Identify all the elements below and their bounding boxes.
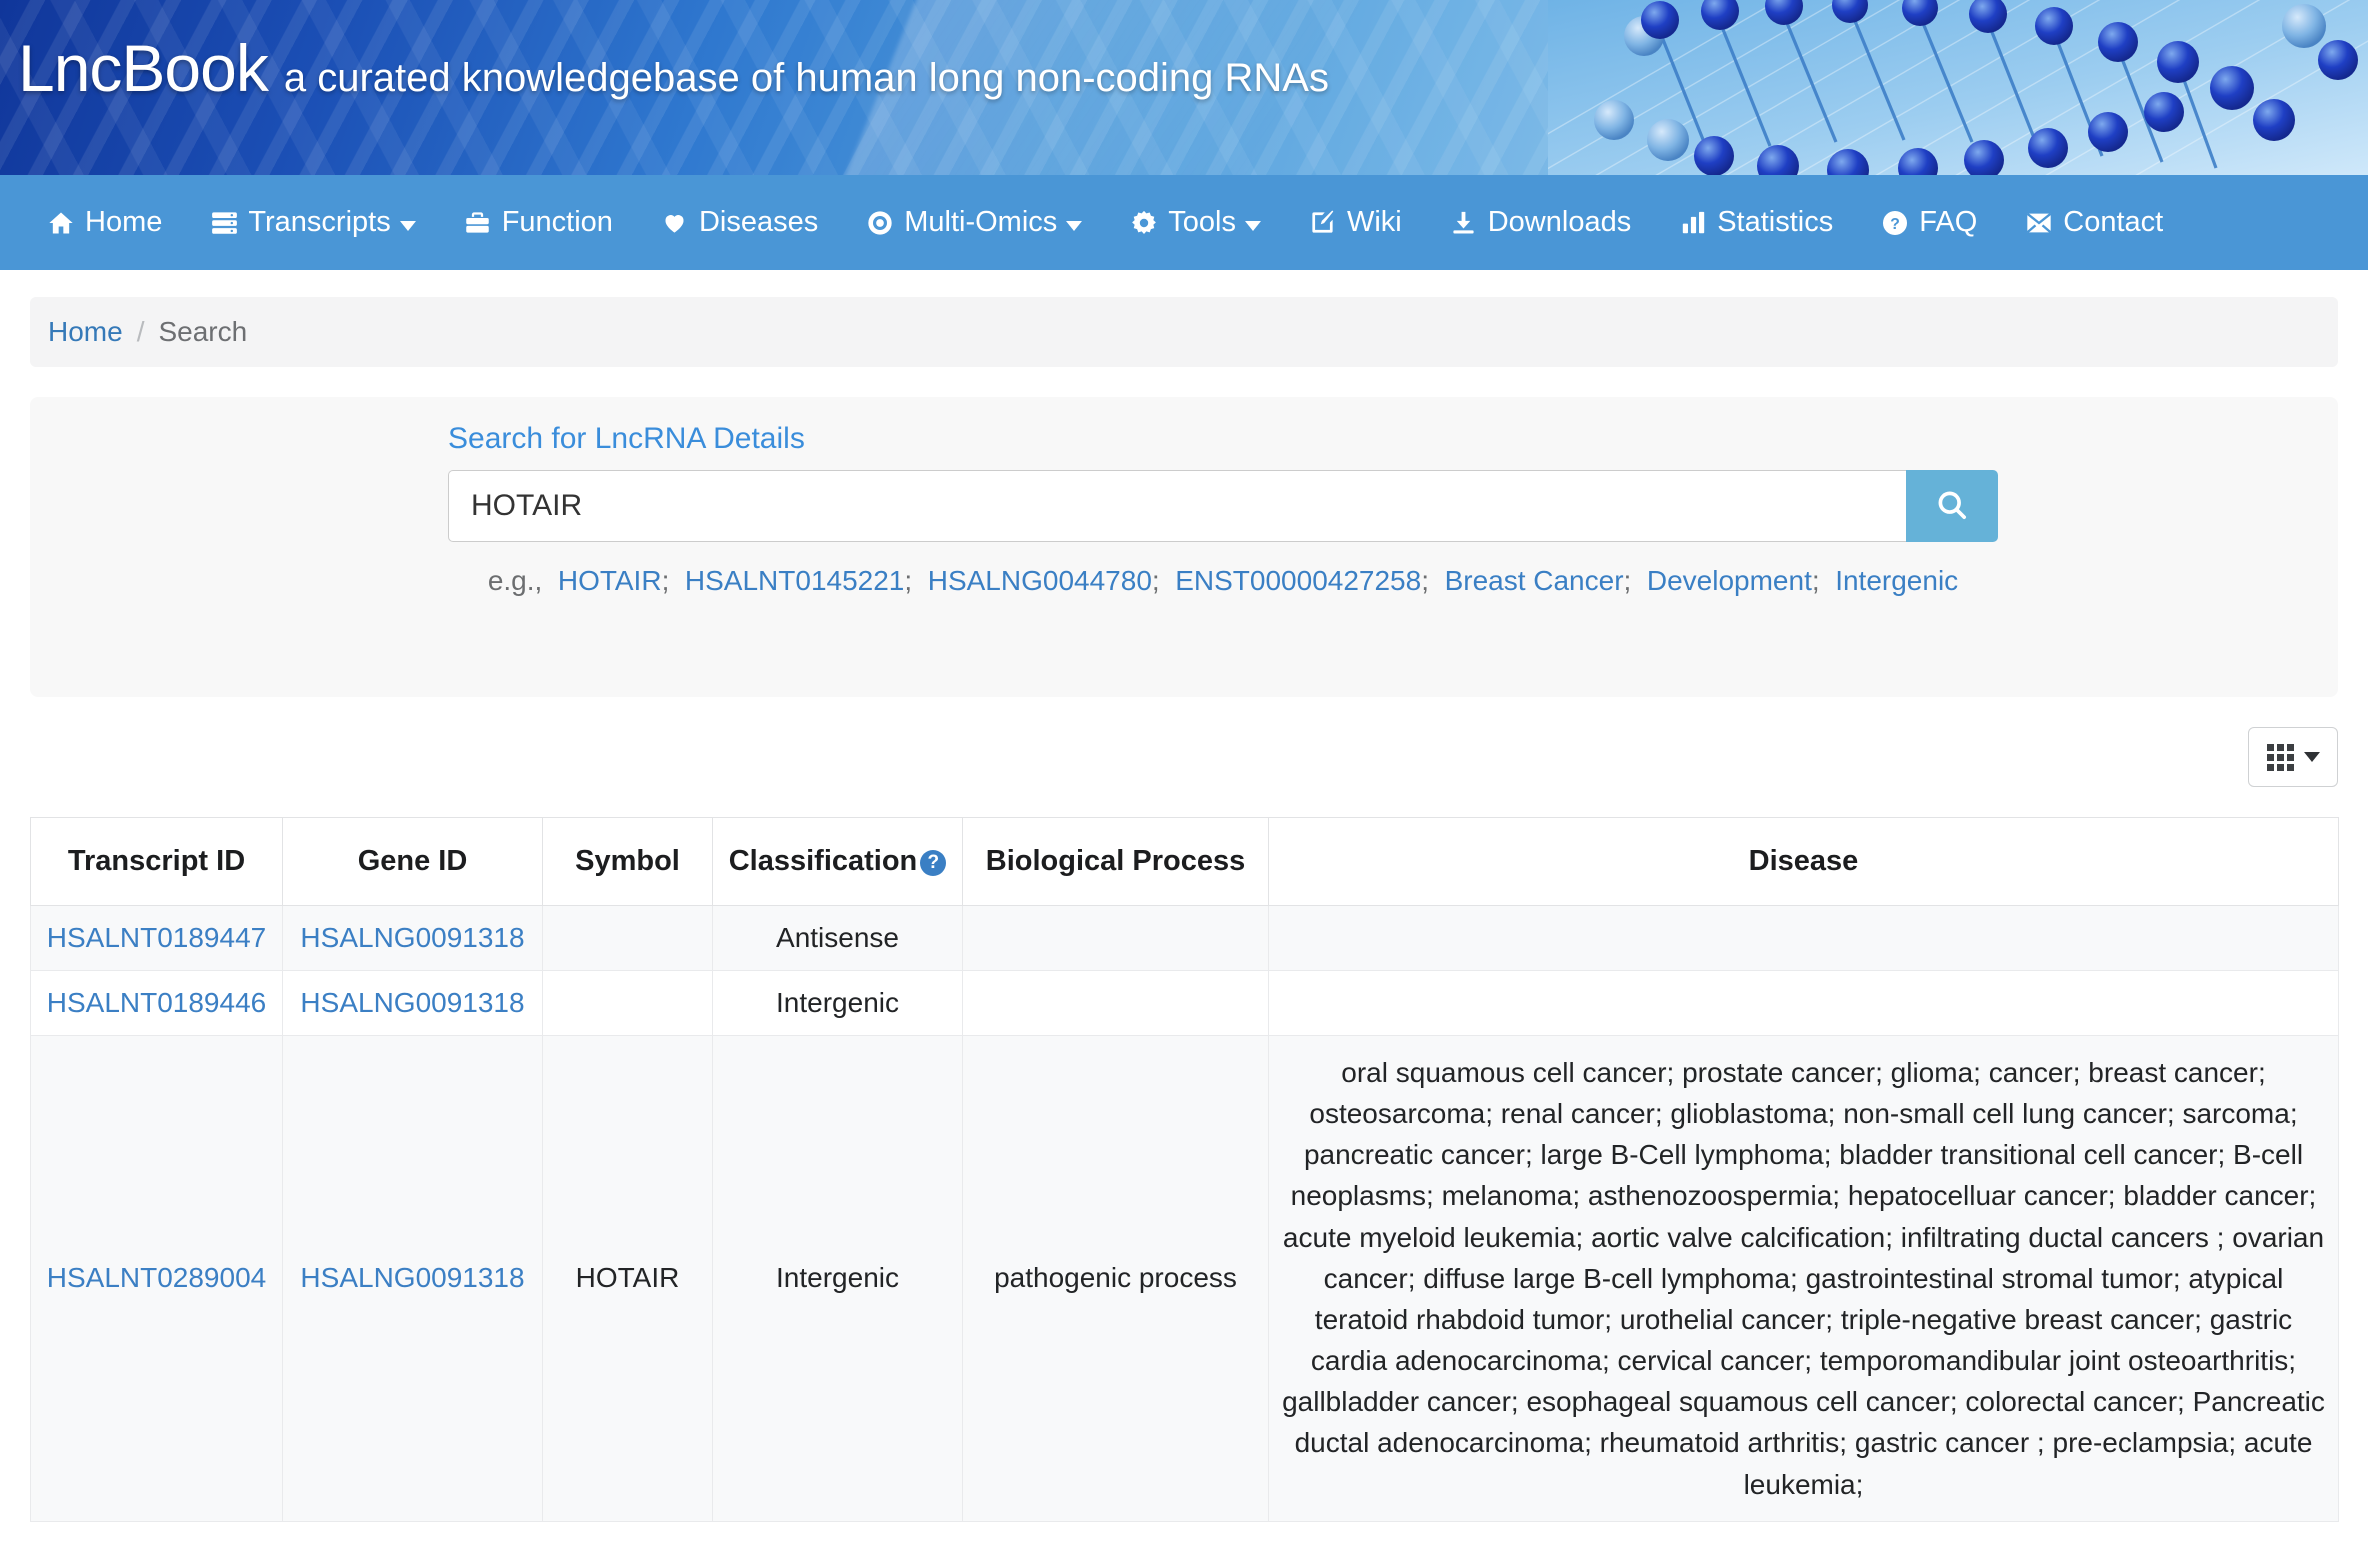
biological-process-cell [962,905,1269,971]
chevron-down-icon [2303,752,2320,762]
column-header-classification-label: Classification [728,845,918,877]
envelope-icon [2024,208,2054,238]
nav-item-multi-omics[interactable]: Multi-Omics [865,206,1083,239]
transcript-id-link[interactable]: HSALNT0189447 [47,922,266,953]
table-row: HSALNT0189446 HSALNG0091318 Intergenic [30,970,2339,1036]
nav-label: Wiki [1346,206,1402,238]
home-icon [46,208,76,238]
search-icon [1935,488,1969,525]
disease-cell [1268,905,2339,971]
example-link-hotair[interactable]: HOTAIR [558,565,662,596]
example-link-ensembl[interactable]: ENST00000427258 [1175,565,1421,596]
site-banner: LncBook a curated knowledgebase of human… [0,0,2368,175]
search-panel-label: Search for LncRNA Details [448,422,805,455]
search-input-group [448,470,1998,542]
nav-item-home[interactable]: Home [46,206,162,239]
classification-cell: Antisense [712,905,963,971]
bar-chart-icon [1678,208,1708,238]
banner-title-group: LncBook a curated knowledgebase of human… [18,30,1329,106]
chevron-down-icon [1066,220,1083,231]
disease-cell: oral squamous cell cancer; prostate canc… [1268,1035,2339,1522]
column-header-transcript-id[interactable]: Transcript ID [30,817,283,906]
nav-label: Statistics [1717,206,1834,238]
results-table: Transcript ID Gene ID Symbol Classificat… [30,817,2339,1522]
server-icon [209,208,239,238]
download-icon [1449,208,1479,238]
grid-icon [2266,743,2294,771]
gene-id-link[interactable]: HSALNG0091318 [300,987,524,1018]
nav-item-downloads[interactable]: Downloads [1449,206,1631,239]
symbol-cell: HOTAIR [542,1035,713,1522]
site-logo: LncBook [18,31,269,105]
nav-item-faq[interactable]: ? FAQ [1880,206,1977,239]
breadcrumb-separator: / [136,316,145,347]
nav-label: Downloads [1487,206,1632,238]
nav-item-diseases[interactable]: Diseases [660,206,818,239]
dna-helix-graphic [1548,0,2368,175]
nav-label: Tools [1168,206,1236,238]
breadcrumb-container: Home / Search [0,270,2368,367]
column-header-disease[interactable]: Disease [1268,817,2339,906]
examples-prefix: e.g., [487,565,543,596]
nav-item-contact[interactable]: Contact [2024,206,2163,239]
gear-icon [1129,208,1159,238]
breadcrumb-home-link[interactable]: Home [48,316,123,348]
question-circle-icon: ? [1880,208,1910,238]
nav-item-tools[interactable]: Tools [1129,206,1261,239]
edit-square-icon [1308,208,1338,238]
column-visibility-toggle[interactable] [2248,727,2338,787]
breadcrumb-current: Search [158,316,248,347]
briefcase-icon [463,208,493,238]
search-panel: Search for LncRNA Details e.g., HOTAIR; … [30,397,2338,697]
classification-cell: Intergenic [712,970,963,1036]
eye-icon [865,208,895,238]
nav-label: Multi-Omics [904,206,1058,238]
nav-item-function[interactable]: Function [463,206,613,239]
help-question-icon[interactable]: ? [920,850,947,876]
symbol-cell [542,970,713,1036]
main-navigation: Home Transcripts Function Diseases Multi… [0,175,2368,270]
chevron-down-icon [1244,220,1261,231]
transcript-id-link[interactable]: HSALNT0189446 [47,987,266,1018]
search-input[interactable] [448,470,1906,542]
transcript-id-link[interactable]: HSALNT0289004 [47,1262,266,1293]
table-row: HSALNT0289004 HSALNG0091318 HOTAIR Inter… [30,1035,2339,1522]
svg-text:?: ? [1890,216,1900,233]
column-header-biological-process[interactable]: Biological Process [962,817,1269,906]
nav-item-statistics[interactable]: Statistics [1678,206,1833,239]
nav-label: Transcripts [248,206,391,238]
search-examples: e.g., HOTAIR; HSALNT0145221; HSALNG00447… [487,565,1959,596]
nav-item-wiki[interactable]: Wiki [1308,206,1402,239]
gene-id-link[interactable]: HSALNG0091318 [300,922,524,953]
nav-item-transcripts[interactable]: Transcripts [209,206,416,239]
column-header-symbol[interactable]: Symbol [542,817,713,906]
example-link-gene[interactable]: HSALNG0044780 [928,565,1152,596]
results-toolbar [30,697,2338,817]
nav-label: Diseases [698,206,819,238]
results-table-container: Transcript ID Gene ID Symbol Classificat… [30,817,2339,1522]
example-link-transcript[interactable]: HSALNT0145221 [685,565,904,596]
column-header-gene-id[interactable]: Gene ID [282,817,543,906]
nav-label: Contact [2063,206,2164,238]
biological-process-cell [962,970,1269,1036]
nav-label: Home [85,206,163,238]
classification-cell: Intergenic [712,1035,963,1522]
gene-id-link[interactable]: HSALNG0091318 [300,1262,524,1293]
disease-cell [1268,970,2339,1036]
nav-label: FAQ [1919,206,1978,238]
example-link-intergenic[interactable]: Intergenic [1835,565,1958,596]
table-row: HSALNT0189447 HSALNG0091318 Antisense [30,905,2339,971]
nav-label: Function [501,206,613,238]
site-tagline: a curated knowledgebase of human long no… [283,56,1329,100]
biological-process-cell: pathogenic process [962,1035,1269,1522]
example-link-development[interactable]: Development [1647,565,1812,596]
column-header-classification[interactable]: Classification? [712,817,963,906]
table-header-row: Transcript ID Gene ID Symbol Classificat… [30,817,2339,906]
breadcrumb: Home / Search [30,297,2338,367]
symbol-cell [542,905,713,971]
chevron-down-icon [399,220,416,231]
search-submit-button[interactable] [1906,470,1998,542]
example-link-breast-cancer[interactable]: Breast Cancer [1445,565,1624,596]
heart-icon [660,208,690,238]
